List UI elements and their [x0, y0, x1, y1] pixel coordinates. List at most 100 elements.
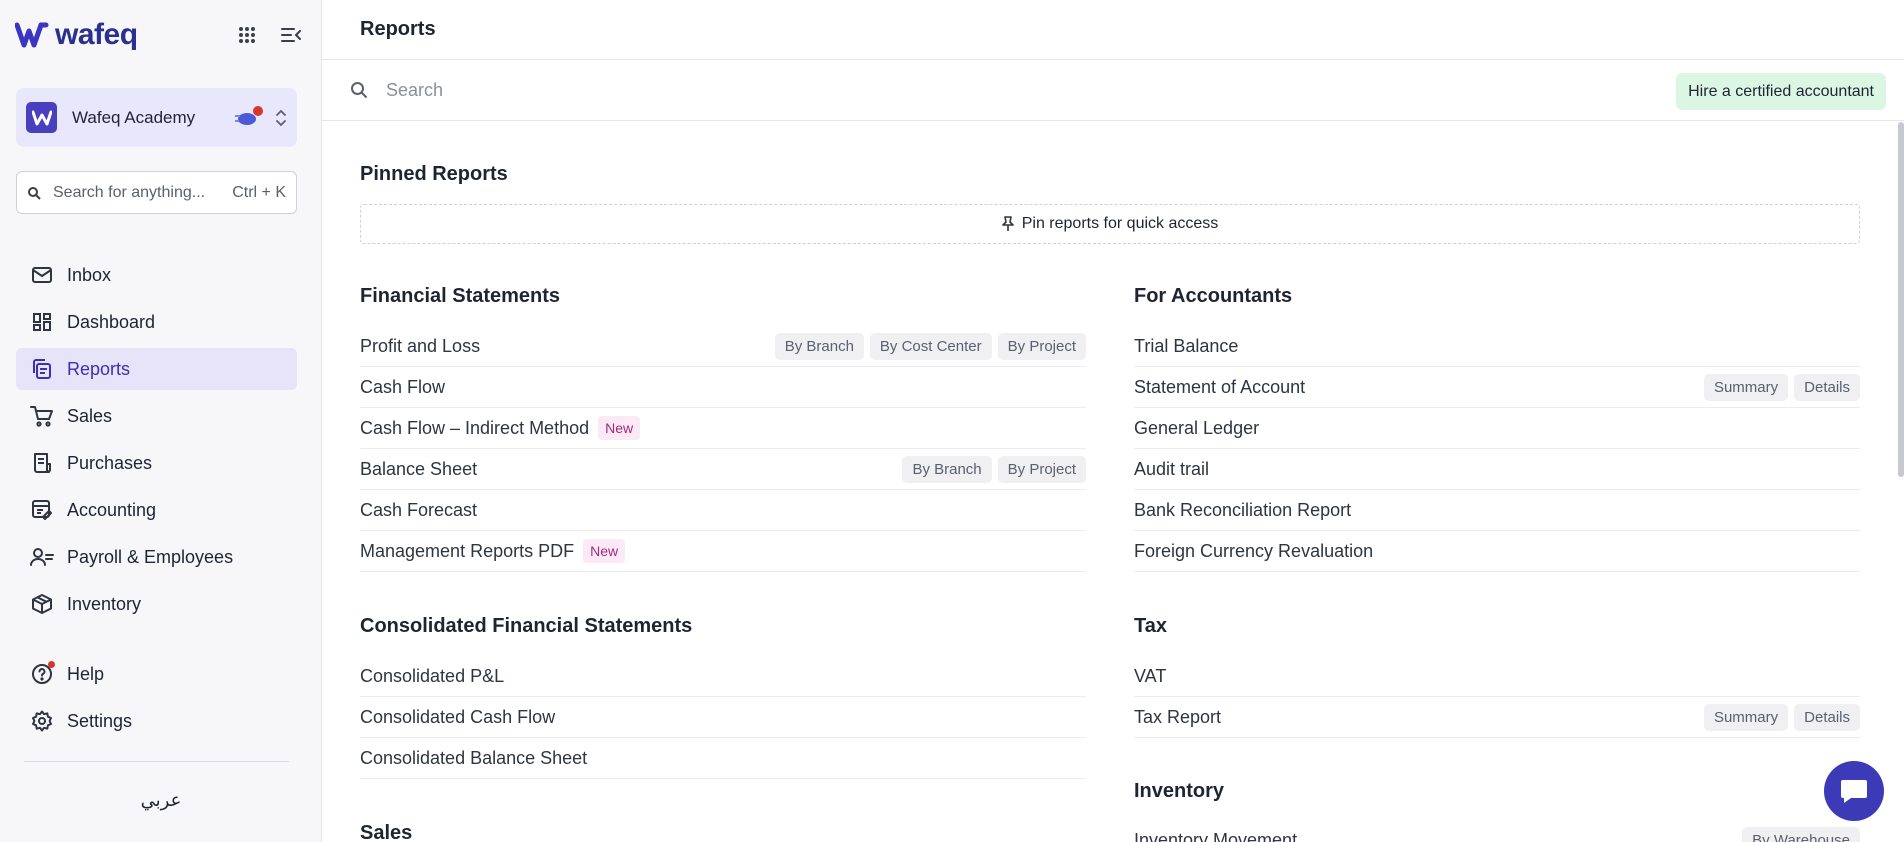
inbox-icon [30, 263, 54, 287]
report-name: Trial Balance [1134, 335, 1239, 356]
logo[interactable]: wafeq [15, 18, 138, 52]
report-row[interactable]: Audit trail [1134, 449, 1860, 490]
report-variant-tag[interactable]: By Branch [902, 455, 992, 483]
tax-reports-list: VAT Tax Report Summary Details [1134, 656, 1860, 738]
pin-icon [1001, 216, 1014, 231]
report-row[interactable]: Inventory Movement By Warehouse [1134, 820, 1860, 842]
scrollbar[interactable] [1898, 122, 1904, 477]
report-variant-tag[interactable]: Details [1794, 373, 1860, 401]
search-shortcut: Ctrl + K [232, 183, 286, 201]
nav-inbox[interactable]: Inbox [16, 254, 297, 296]
report-variant-tag[interactable]: By Project [997, 332, 1086, 360]
report-name: Statement of Account [1134, 376, 1306, 397]
report-row[interactable]: Foreign Currency Revaluation [1134, 531, 1860, 572]
dashboard-icon [30, 310, 54, 334]
section-title-sales: Sales [360, 822, 413, 842]
main-nav: Inbox Dashboard Reports Sales Purchases [16, 254, 297, 630]
sidebar-divider [24, 761, 289, 762]
nav-label: Help [67, 663, 105, 684]
report-row[interactable]: Consolidated Balance Sheet [360, 738, 1086, 779]
accountant-reports-list: Trial Balance Statement of Account Summa… [1134, 326, 1860, 572]
report-row[interactable]: Cash Flow [360, 367, 1086, 408]
report-row[interactable]: Consolidated Cash Flow [360, 697, 1086, 738]
section-title-tax: Tax [1134, 615, 1167, 637]
nav-dashboard[interactable]: Dashboard [16, 301, 297, 343]
report-name: Tax Report [1134, 706, 1222, 727]
report-variant-tag[interactable]: Summary [1703, 703, 1789, 731]
nav-help[interactable]: Help [16, 653, 297, 695]
org-name: Wafeq Academy [72, 107, 196, 127]
nav-purchases[interactable]: Purchases [16, 442, 297, 484]
nav-label: Reports [67, 358, 131, 379]
hire-accountant-button[interactable]: Hire a certified accountant [1676, 73, 1886, 110]
report-variant-tag[interactable]: By Warehouse [1742, 827, 1860, 842]
nav-payroll[interactable]: Payroll & Employees [16, 536, 297, 578]
report-name: Management Reports PDF [360, 540, 575, 561]
search-icon [28, 186, 41, 200]
organization-switcher[interactable]: Wafeq Academy [16, 88, 297, 147]
report-row[interactable]: Management Reports PDF New [360, 531, 1086, 572]
nav-reports[interactable]: Reports [16, 348, 297, 390]
report-name: Balance Sheet [360, 458, 478, 479]
nav-sales[interactable]: Sales [16, 395, 297, 437]
rocket-icon[interactable] [235, 105, 263, 130]
report-variant-tag[interactable]: By Project [997, 455, 1086, 483]
reports-search-input[interactable]: Search Hire a certified accountant [322, 60, 1904, 121]
nav-label: Purchases [67, 452, 153, 473]
consolidated-reports-list: Consolidated P&L Consolidated Cash Flow … [360, 656, 1086, 779]
ledger-icon [30, 498, 54, 522]
report-name: Consolidated Balance Sheet [360, 747, 588, 768]
chat-support-button[interactable] [1824, 761, 1884, 821]
report-variant-tag[interactable]: By Cost Center [869, 332, 992, 360]
pinned-empty-label: Pin reports for quick access [1021, 215, 1219, 232]
chat-icon [1841, 780, 1867, 803]
report-row[interactable]: Bank Reconciliation Report [1134, 490, 1860, 531]
report-variant-tag[interactable]: By Branch [774, 332, 864, 360]
new-badge: New [583, 539, 626, 563]
logo-text: wafeq [55, 18, 138, 51]
report-name: Consolidated P&L [360, 665, 505, 686]
nav-settings[interactable]: Settings [16, 700, 297, 742]
pinned-reports-empty: Pin reports for quick access [360, 204, 1860, 244]
main-content: Reports Search Hire a certified accounta… [322, 0, 1904, 842]
gear-icon [30, 709, 54, 733]
report-row[interactable]: Consolidated P&L [360, 656, 1086, 697]
financial-reports-list: Profit and Loss By Branch By Cost Center… [360, 326, 1086, 572]
report-row[interactable]: Cash Flow – Indirect Method New [360, 408, 1086, 449]
page-title: Reports [360, 18, 436, 40]
report-name: Consolidated Cash Flow [360, 706, 556, 727]
report-variant-tag[interactable]: Details [1794, 703, 1860, 731]
report-name: Audit trail [1134, 458, 1210, 479]
report-row[interactable]: Profit and Loss By Branch By Cost Center… [360, 326, 1086, 367]
report-name: Inventory Movement [1134, 830, 1298, 842]
grid-icon[interactable] [236, 24, 258, 46]
nav-inventory[interactable]: Inventory [16, 583, 297, 625]
reports-icon [30, 357, 54, 381]
report-row[interactable]: General Ledger [1134, 408, 1860, 449]
report-row[interactable]: Statement of Account Summary Details [1134, 367, 1860, 408]
chevron-up-down-icon [276, 109, 286, 126]
collapse-menu-icon[interactable] [280, 24, 302, 46]
nav-label: Settings [67, 710, 133, 731]
nav-accounting[interactable]: Accounting [16, 489, 297, 531]
wafeq-logo-icon [15, 22, 49, 48]
page-header: Reports [322, 0, 1904, 60]
report-row[interactable]: Tax Report Summary Details [1134, 697, 1860, 738]
cart-icon [30, 404, 54, 428]
report-name: Cash Forecast [360, 499, 478, 520]
nav-label: Accounting [67, 499, 157, 520]
report-row[interactable]: Trial Balance [1134, 326, 1860, 367]
nav-label: Inventory [67, 593, 142, 614]
report-name: Cash Flow [360, 376, 446, 397]
pinned-reports-title: Pinned Reports [360, 163, 508, 185]
section-title-inventory: Inventory [1134, 780, 1225, 802]
global-search-input[interactable]: Search for anything... Ctrl + K [16, 171, 297, 214]
report-row[interactable]: Balance Sheet By Branch By Project [360, 449, 1086, 490]
nav-label: Payroll & Employees [67, 546, 234, 567]
language-toggle[interactable]: عربي [0, 790, 322, 811]
nav-label: Sales [67, 405, 113, 426]
report-variant-tag[interactable]: Summary [1703, 373, 1789, 401]
global-search-placeholder: Search for anything... [53, 183, 206, 201]
report-row[interactable]: Cash Forecast [360, 490, 1086, 531]
report-row[interactable]: VAT [1134, 656, 1860, 697]
